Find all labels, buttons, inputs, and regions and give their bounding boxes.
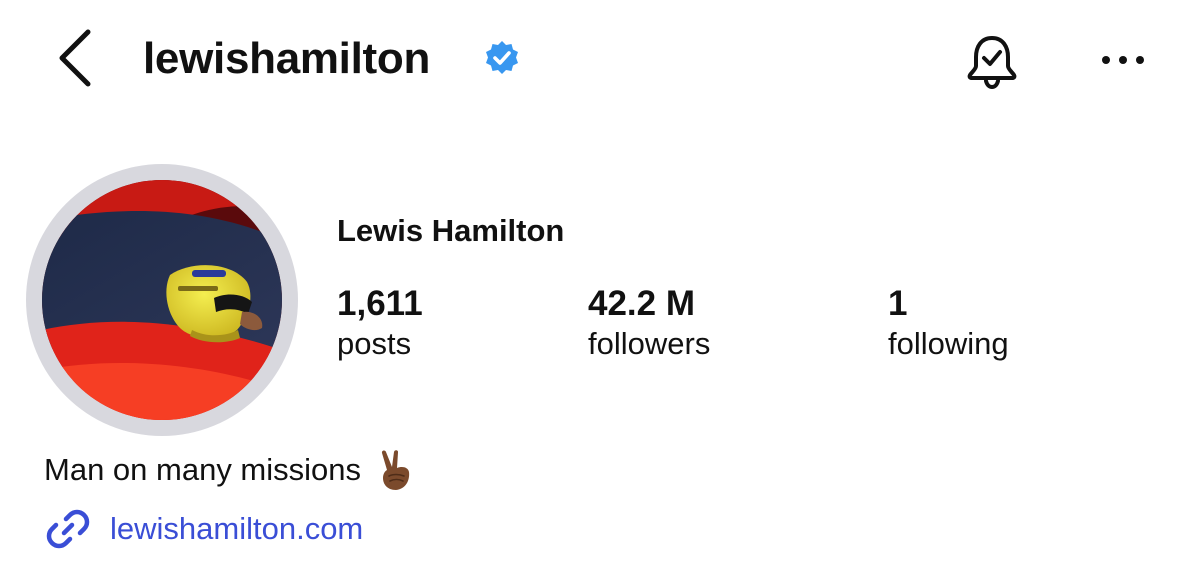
chevron-left-icon (59, 29, 91, 87)
stat-followers[interactable]: 42.2 M followers (588, 282, 710, 364)
stat-posts-value: 1,611 (337, 284, 423, 323)
profile-website-link[interactable]: lewishamilton.com (44, 505, 363, 553)
stat-followers-label: followers (588, 326, 711, 361)
profile-bio: Man on many missions (44, 448, 415, 492)
more-options-button[interactable] (1098, 40, 1148, 80)
profile-full-name: Lewis Hamilton (337, 213, 565, 248)
verified-badge-icon (486, 41, 518, 74)
website-link-text[interactable]: lewishamilton.com (110, 507, 363, 551)
profile-username: lewishamilton (143, 34, 431, 83)
bio-text: Man on many missions (44, 452, 362, 487)
stat-posts[interactable]: 1,611 posts (337, 282, 423, 364)
stat-following-value: 1 (888, 284, 908, 323)
stat-followers-value: 42.2 M (588, 284, 695, 323)
avatar[interactable] (42, 180, 282, 420)
more-horizontal-icon (1102, 56, 1144, 64)
victory-hand-icon (381, 450, 410, 490)
notifications-button[interactable] (962, 30, 1022, 90)
stat-posts-label: posts (337, 326, 412, 361)
avatar-photo (42, 180, 282, 420)
stat-following-label: following (888, 326, 1009, 361)
top-bar: lewishamilton (0, 0, 1200, 120)
link-icon (46, 509, 90, 549)
stat-following[interactable]: 1 following (888, 282, 1009, 364)
back-button[interactable] (50, 26, 100, 90)
bell-check-icon (967, 36, 1017, 90)
